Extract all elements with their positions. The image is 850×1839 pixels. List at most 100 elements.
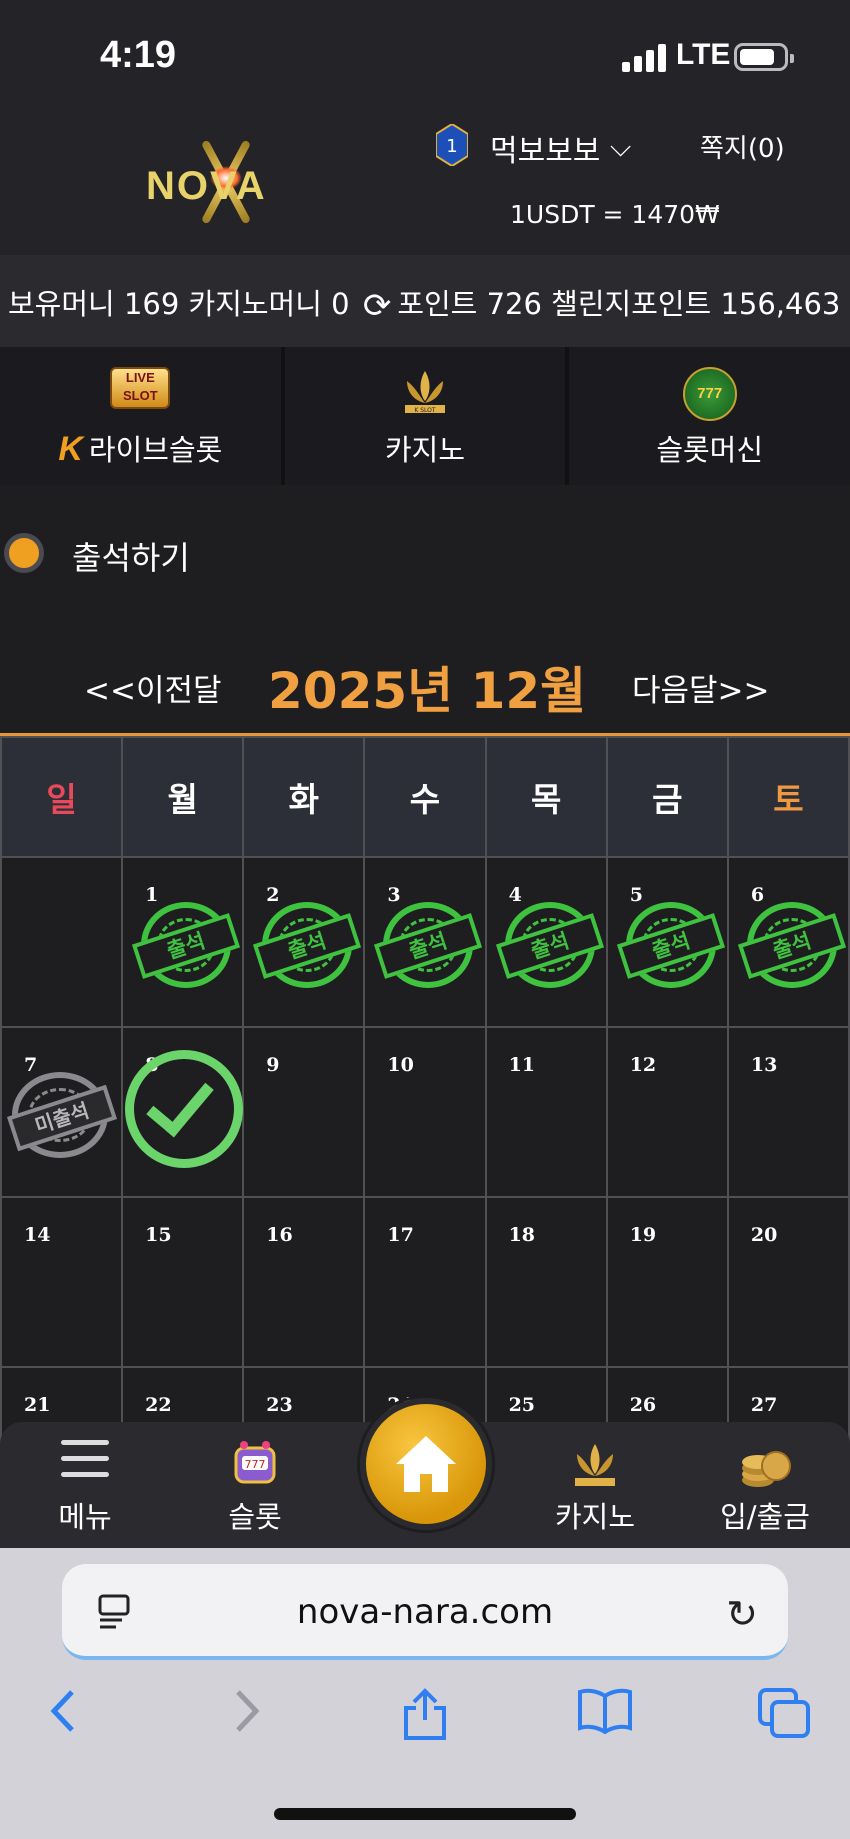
calendar-day[interactable]: 10 [363, 1026, 487, 1198]
tabs-icon[interactable] [758, 1688, 810, 1738]
weekday-header: 목 [484, 736, 608, 858]
calendar-week: 출석 1 출석 2 출석 3 출석 4 출석 5 출석 6 [0, 856, 850, 1028]
address-bar[interactable]: nova-nara.com ↻ [62, 1564, 788, 1660]
day-number: 26 [629, 1394, 657, 1416]
tab-slot-machine-label: 슬롯머신 [656, 433, 764, 467]
check-icon[interactable] [125, 1050, 244, 1168]
exchange-rate: 1USDT = 1470₩ [510, 200, 720, 229]
calendar-day[interactable]: 출석 4 [484, 856, 608, 1028]
nav-slot[interactable]: 777 슬롯 [170, 1422, 340, 1548]
nav-casino-label: 카지노 [554, 1500, 636, 1534]
attendance-title: 출석하기 [72, 539, 190, 577]
calendar-day[interactable]: 18 [484, 1196, 608, 1368]
calendar-day[interactable]: 17 [363, 1196, 487, 1368]
calendar-day[interactable]: 20 [726, 1196, 850, 1368]
back-icon[interactable] [46, 1688, 80, 1734]
prev-month-button[interactable]: <<이전달 [84, 665, 222, 710]
logo-text: NOVA [146, 164, 267, 208]
tab-live-slot-label: 라이브슬롯 [88, 433, 223, 467]
calendar-day[interactable]: 출석 2 [242, 856, 366, 1028]
calendar-day [0, 856, 124, 1028]
calendar-day[interactable]: 9 [242, 1026, 366, 1198]
day-number: 10 [387, 1054, 414, 1076]
status-time: 4:19 [100, 34, 177, 76]
calendar-day[interactable]: 13 [726, 1026, 850, 1198]
next-month-button[interactable]: 다음달>> [632, 665, 770, 710]
nav-casino[interactable]: 카지노 [510, 1422, 680, 1548]
attended-stamp-label: 출석 [132, 913, 241, 979]
calendar-day[interactable]: 19 [605, 1196, 729, 1368]
coins-icon [742, 1451, 791, 1487]
browser-chrome: nova-nara.com ↻ [0, 1548, 850, 1839]
network-label: LTE [676, 38, 731, 71]
calendar-day[interactable]: 출석 1 [121, 856, 245, 1028]
lotus-k-slot-icon: K SLOT [405, 371, 445, 414]
day-number: 27 [750, 1394, 778, 1416]
reload-icon[interactable]: ↻ [726, 1592, 758, 1636]
signal-icon [622, 44, 666, 72]
attended-stamp-label: 출석 [253, 913, 362, 979]
calendar-day[interactable]: 12 [605, 1026, 729, 1198]
day-number: 15 [145, 1224, 172, 1246]
refresh-icon[interactable]: ⟳ [363, 286, 392, 326]
calendar-day[interactable]: 16 [242, 1196, 366, 1368]
k-logo-icon: K [58, 430, 83, 468]
hamburger-icon [61, 1440, 109, 1478]
casino-money-balance: 카지노머니 0 [188, 287, 350, 321]
attended-stamp-icon: 출석 [253, 902, 362, 988]
app-root: 4:19 LTE NOVA 1 먹보보보 ⌵ 쪽지(0) 1USDT = 147… [0, 0, 850, 1839]
calendar-day[interactable]: 미출석 7 [0, 1026, 124, 1198]
attended-stamp-icon: 출석 [132, 902, 241, 988]
attended-stamp-icon: 출석 [616, 902, 725, 988]
weekday-header: 금 [605, 736, 729, 858]
missed-stamp-icon: 미출석 [6, 1072, 118, 1158]
forward-icon[interactable] [230, 1688, 264, 1734]
calendar-day[interactable]: 8 [121, 1026, 245, 1198]
attended-stamp-icon: 출석 [737, 902, 846, 988]
live-slot-icon: LIVE SLOT [110, 367, 171, 409]
calendar-day[interactable]: 출석 6 [726, 856, 850, 1028]
slot-machine-icon: 777 [234, 1441, 276, 1484]
calendar-day[interactable]: 출석 5 [605, 856, 729, 1028]
777-slots-icon: 777 [682, 367, 737, 421]
calendar-day[interactable]: 15 [121, 1196, 245, 1368]
day-number: 14 [24, 1224, 51, 1246]
calendar-day[interactable]: 출석 3 [363, 856, 487, 1028]
attended-stamp-icon: 출석 [374, 902, 483, 988]
url-text: nova-nara.com [296, 1592, 554, 1632]
weekday-header: 수 [363, 736, 487, 858]
username[interactable]: 먹보보보 [490, 126, 600, 170]
bookmarks-icon[interactable] [578, 1688, 632, 1734]
tab-slot-machine[interactable]: 777 슬롯머신 [569, 347, 850, 485]
day-number: 6 [750, 884, 765, 906]
tab-casino[interactable]: K SLOT 카지노 [284, 347, 570, 485]
share-icon[interactable] [402, 1688, 448, 1742]
day-number: 25 [508, 1394, 536, 1416]
home-button[interactable] [360, 1398, 492, 1530]
nova-logo[interactable]: NOVA [140, 120, 320, 240]
day-number: 20 [750, 1224, 778, 1246]
home-indicator [274, 1808, 576, 1820]
calendar-day[interactable]: 11 [484, 1026, 608, 1198]
lotus-casino-icon [575, 1444, 615, 1486]
status-bar: 4:19 LTE [0, 0, 850, 110]
point-balance: 포인트 726 [397, 287, 542, 321]
nav-slot-label: 슬롯 [228, 1500, 282, 1534]
weekday-header: 일 [0, 736, 124, 858]
weekday-header: 화 [242, 736, 366, 858]
day-number: 9 [266, 1054, 280, 1076]
day-number: 23 [266, 1394, 293, 1416]
challenge-point-balance: 챌린지포인트 156,463 [551, 287, 841, 321]
calendar-week: 14 15 16 17 18 19 20 [0, 1196, 850, 1368]
nav-menu[interactable]: 메뉴 [0, 1422, 170, 1548]
tab-live-slot[interactable]: LIVE SLOT K 라이브슬롯 [0, 347, 285, 485]
nav-deposit[interactable]: 입/출금 [680, 1422, 850, 1548]
chevron-down-icon[interactable]: ⌵ [610, 130, 631, 164]
messages-link[interactable]: 쪽지(0) [700, 128, 785, 165]
calendar-day[interactable]: 14 [0, 1196, 124, 1368]
rank-badge-icon: 1 [436, 124, 468, 166]
attended-stamp-label: 출석 [616, 913, 725, 979]
day-number: 17 [387, 1224, 414, 1246]
weekday-header: 토 [726, 736, 850, 858]
day-number: 22 [145, 1394, 172, 1416]
